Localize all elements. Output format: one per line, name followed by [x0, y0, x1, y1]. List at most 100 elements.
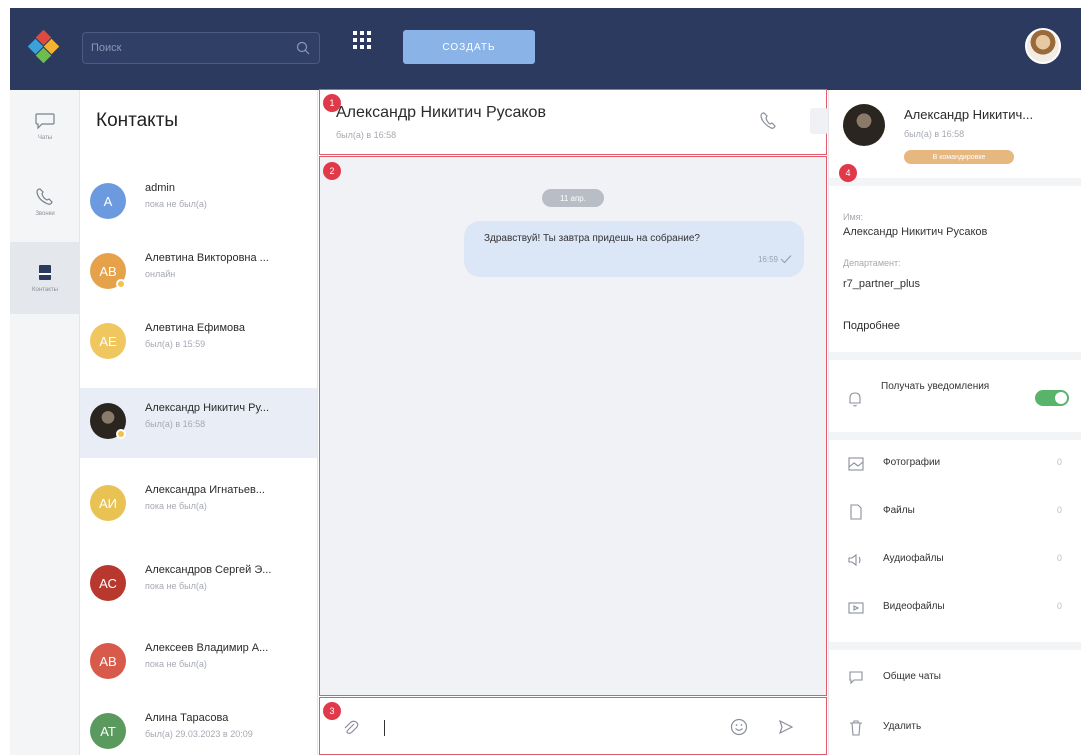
avatar: АТ — [90, 713, 126, 749]
more-details-link[interactable]: Подробнее — [843, 320, 900, 332]
delete-label: Удалить — [883, 721, 922, 732]
message-time: 16:59 — [757, 255, 778, 264]
contact-status: пока не был(а) — [145, 581, 207, 591]
contact-item[interactable]: АС Александров Сергей Э... пока не был(а… — [80, 550, 317, 620]
delete-row[interactable]: Удалить — [829, 704, 1081, 752]
contact-name: admin — [145, 182, 175, 194]
rail-item-contacts[interactable]: Контакты — [10, 242, 80, 314]
department-label: Департамент: — [843, 258, 901, 268]
search-box[interactable] — [82, 32, 320, 64]
search-input[interactable] — [91, 33, 281, 63]
contact-status: онлайн — [145, 269, 176, 279]
media-row-photos[interactable]: Фотографии 0 — [829, 440, 1081, 488]
common-chats-icon — [849, 671, 863, 685]
info-name: Александр Никитич... — [904, 107, 1034, 122]
contact-status: был(а) в 15:59 — [145, 339, 206, 349]
media-row-audio[interactable]: Аудиофайлы 0 — [829, 536, 1081, 584]
common-chats-row[interactable]: Общие чаты — [829, 654, 1081, 702]
message-input[interactable] — [376, 714, 726, 740]
rail-label-chats: Чаты — [37, 135, 53, 141]
avatar: A — [90, 183, 126, 219]
contact-name: Александр Никитич Ру... — [145, 402, 270, 414]
avatar: АС — [90, 565, 126, 601]
date-chip: 11 апр. — [542, 189, 604, 207]
contact-name: Александра Игнатьев... — [145, 484, 265, 496]
contact-item[interactable]: АТ Алина Тарасова был(а) 29.03.2023 в 20… — [80, 698, 317, 755]
contact-status: пока не был(а) — [145, 199, 207, 209]
media-count: 0 — [1056, 601, 1062, 611]
presence-dot — [116, 279, 126, 289]
notifications-toggle[interactable] — [1035, 390, 1069, 406]
contact-name: Алексеев Владимир А... — [145, 642, 269, 654]
user-avatar[interactable] — [1025, 28, 1061, 64]
call-icon[interactable] — [760, 112, 778, 130]
search-icon[interactable] — [295, 40, 311, 56]
status-badge: В командировке — [904, 150, 1014, 164]
callout-badge-3: 3 — [323, 702, 341, 720]
trash-icon — [850, 720, 862, 736]
divider — [829, 642, 1081, 650]
contact-name: Алевтина Ефимова — [145, 322, 245, 334]
emoji-icon[interactable] — [730, 718, 748, 736]
presence-dot — [116, 429, 126, 439]
contact-item[interactable]: A admin пока не был(а) — [80, 168, 317, 238]
contact-item[interactable]: АИ Александра Игнатьев... пока не был(а) — [80, 470, 317, 540]
photo-icon — [848, 457, 864, 471]
top-bar: создать — [10, 8, 1081, 90]
contact-item-selected[interactable]: Александр Никитич Ру... был(а) в 16:58 — [80, 388, 317, 458]
media-label: Файлы — [883, 505, 915, 516]
contacts-title: Контакты — [96, 110, 179, 131]
media-label: Фотографии — [883, 457, 941, 468]
contact-name: Алина Тарасова — [145, 712, 229, 724]
avatar: АЕ — [90, 323, 126, 359]
audio-icon — [848, 553, 861, 567]
message-bubble[interactable]: Здравствуй! Ты завтра придешь на собрани… — [464, 221, 804, 277]
divider — [829, 432, 1081, 440]
name-value: Александр Никитич Русаков — [843, 226, 988, 238]
send-icon[interactable] — [778, 719, 794, 735]
contact-status: был(а) 29.03.2023 в 20:09 — [145, 729, 253, 739]
name-label: Имя: — [843, 212, 864, 222]
message-text: Здравствуй! Ты завтра придешь на собрани… — [484, 233, 700, 244]
media-label: Видеофайлы — [883, 601, 945, 612]
chat-contact-status: был(а) в 16:58 — [336, 130, 397, 140]
media-label: Аудиофайлы — [883, 553, 944, 564]
contact-item[interactable]: АВ Алевтина Викторовна ... онлайн — [80, 238, 317, 308]
divider — [829, 178, 1081, 186]
chat-header: Александр Никитич Русаков был(а) в 16:58 — [319, 89, 828, 155]
media-row-files[interactable]: Файлы 0 — [829, 488, 1081, 536]
contact-item[interactable]: АВ Алексеев Владимир А... пока не был(а) — [80, 628, 317, 698]
media-row-video[interactable]: Видеофайлы 0 — [829, 584, 1081, 632]
contact-item[interactable]: АЕ Алевтина Ефимова был(а) в 15:59 — [80, 308, 317, 378]
rail-item-calls[interactable]: Звонки — [10, 166, 80, 238]
avatar: АИ — [90, 485, 126, 521]
apps-grid-icon[interactable] — [352, 30, 372, 52]
department-value: r7_partner_plus — [843, 278, 921, 290]
media-count: 0 — [1056, 553, 1062, 563]
media-count: 0 — [1056, 457, 1062, 467]
info-panel-toggle[interactable] — [810, 108, 828, 134]
chat-contact-name[interactable]: Александр Никитич Русаков — [336, 104, 546, 122]
contacts-panel: Контакты A admin пока не был(а) АВ Алевт… — [80, 90, 318, 755]
info-header: Александр Никитич... был(а) в 16:58 В ко… — [829, 90, 1081, 178]
info-status: был(а) в 16:58 — [904, 129, 965, 139]
messenger-app: создать Чаты Звонки Контакты Контакты — [0, 0, 1081, 755]
bell-icon — [849, 392, 861, 407]
nav-rail: Чаты Звонки Контакты — [10, 90, 80, 755]
divider — [829, 352, 1081, 360]
avatar: АВ — [90, 643, 126, 679]
message-composer — [319, 697, 827, 755]
check-icon — [780, 255, 792, 264]
callout-badge-4: 4 — [839, 164, 857, 182]
logo-icon[interactable] — [24, 28, 64, 68]
contact-name: Алевтина Викторовна ... — [145, 252, 269, 264]
rail-item-chats[interactable]: Чаты — [10, 90, 80, 162]
message-area: 11 апр. Здравствуй! Ты завтра придешь на… — [319, 156, 827, 696]
contact-status: был(а) в 16:58 — [145, 419, 206, 429]
create-button[interactable]: создать — [403, 30, 535, 64]
contact-status: пока не был(а) — [145, 501, 207, 511]
contact-status: пока не был(а) — [145, 659, 207, 669]
contact-name: Александров Сергей Э... — [145, 564, 272, 576]
text-cursor — [384, 720, 385, 736]
attach-icon[interactable] — [342, 719, 360, 737]
